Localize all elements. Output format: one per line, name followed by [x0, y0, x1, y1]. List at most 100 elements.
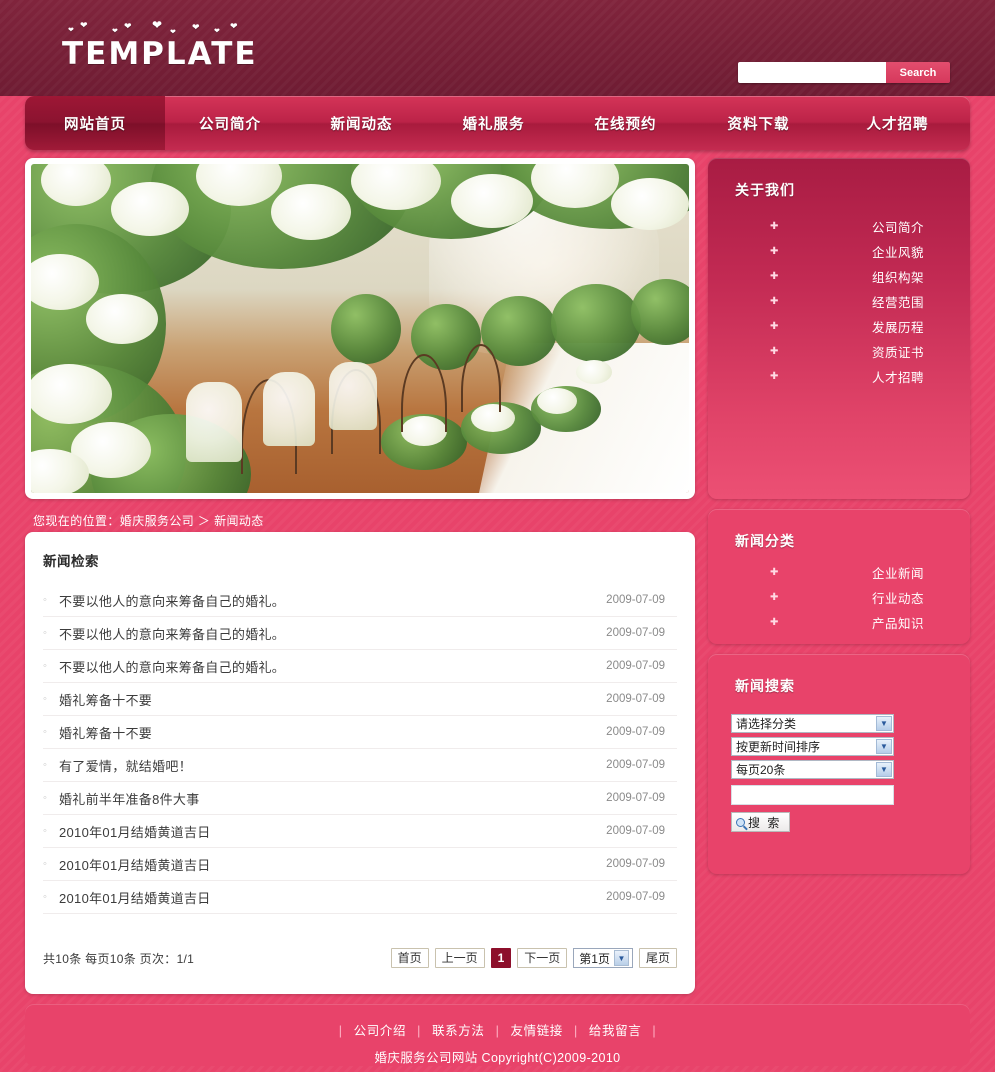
sidebar-item-industry-news[interactable]: ✚ 行业动态	[708, 585, 970, 610]
foliage-cluster	[551, 284, 641, 362]
search-icon	[736, 817, 745, 827]
footer-link-friendly-links[interactable]: 友情链接	[511, 1024, 563, 1038]
white-lily	[111, 182, 189, 236]
panel-title-news-search: 新闻搜索	[735, 678, 795, 694]
sidebar-item-label: 公司简介	[871, 221, 924, 235]
news-date: 2009-07-09	[606, 891, 665, 903]
news-title: 不要以他人的意向来筹备自己的婚礼。	[59, 593, 286, 609]
nav-item-downloads[interactable]: 资料下载	[692, 96, 825, 150]
news-title: 2010年01月结婚黄道吉日	[59, 824, 211, 840]
draped-chair	[329, 362, 377, 430]
footer-separator: |	[495, 1024, 500, 1038]
header-search: Search	[738, 62, 950, 83]
plus-icon: ✚	[770, 220, 779, 232]
bullet-icon: ◦	[43, 594, 47, 606]
list-item[interactable]: ◦ 婚礼前半年准备8件大事 2009-07-09	[43, 782, 677, 815]
list-item[interactable]: ◦ 不要以他人的意向来筹备自己的婚礼。 2009-07-09	[43, 650, 677, 683]
list-item[interactable]: ◦ 不要以他人的意向来筹备自己的婚礼。 2009-07-09	[43, 617, 677, 650]
bullet-icon: ◦	[43, 759, 47, 771]
sidebar-panel-news-search: 新闻搜索 请选择分类 ▼ 按更新时间排序 ▼ 每页20条 ▼ 搜 索	[708, 654, 970, 874]
news-title: 不要以他人的意向来筹备自己的婚礼。	[59, 626, 286, 642]
white-lily	[611, 178, 689, 230]
panel-title-categories: 新闻分类	[735, 533, 795, 549]
news-title: 2010年01月结婚黄道吉日	[59, 857, 211, 873]
current-page-indicator[interactable]: 1	[490, 948, 512, 968]
search-button[interactable]: Search	[886, 62, 950, 83]
white-lily	[271, 184, 351, 240]
breadcrumb: 您现在的位置：婚庆服务公司 ＞ 新闻动态	[33, 514, 264, 528]
heart-icon: ❤	[230, 22, 240, 32]
chevron-down-icon: ▼	[613, 950, 629, 966]
news-title: 婚礼筹备十不要	[59, 725, 153, 741]
news-title: 有了爱情，就结婚吧！	[59, 758, 193, 774]
sidebar-item-company-profile[interactable]: ✚ 公司简介	[708, 214, 970, 239]
footer-link-guestbook[interactable]: 给我留言	[589, 1024, 641, 1038]
first-page-button[interactable]: 首页	[390, 948, 429, 968]
sidebar-item-label: 发展历程	[871, 321, 924, 335]
sidebar-item-history[interactable]: ✚ 发展历程	[708, 314, 970, 339]
bullet-icon: ◦	[43, 726, 47, 738]
list-item[interactable]: ◦ 2010年01月结婚黄道吉日 2009-07-09	[43, 815, 677, 848]
site-logo[interactable]: ❤ ❤ ❤ ❤ ❤ ❤ ❤ ❤ ❤ TEMPLATE	[62, 19, 258, 72]
sort-select[interactable]: 按更新时间排序 ▼	[731, 737, 894, 756]
draped-chair	[186, 382, 242, 462]
site-header: ❤ ❤ ❤ ❤ ❤ ❤ ❤ ❤ ❤ TEMPLATE Search	[0, 0, 995, 96]
nav-item-about[interactable]: 公司简介	[165, 96, 295, 150]
list-item[interactable]: ◦ 有了爱情，就结婚吧！ 2009-07-09	[43, 749, 677, 782]
white-lily	[451, 174, 533, 228]
footer-separator: |	[417, 1024, 421, 1038]
prev-page-button[interactable]: 上一页	[434, 948, 485, 968]
last-page-button[interactable]: 尾页	[638, 948, 677, 968]
sidebar-item-org-structure[interactable]: ✚ 组织构架	[708, 264, 970, 289]
sidebar-item-product-knowledge[interactable]: ✚ 产品知识	[708, 610, 970, 635]
list-item[interactable]: ◦ 2010年01月结婚黄道吉日 2009-07-09	[43, 848, 677, 881]
sidebar-item-certificates[interactable]: ✚ 资质证书	[708, 339, 970, 364]
footer-separator: |	[652, 1024, 657, 1038]
sidebar-item-careers[interactable]: ✚ 人才招聘	[708, 364, 970, 389]
nav-item-news[interactable]: 新闻动态	[295, 96, 428, 150]
list-item[interactable]: ◦ 不要以他人的意向来筹备自己的婚礼。 2009-07-09	[43, 584, 677, 617]
sidebar-item-company-news[interactable]: ✚ 企业新闻	[708, 560, 970, 585]
news-list: ◦ 不要以他人的意向来筹备自己的婚礼。 2009-07-09 ◦ 不要以他人的意…	[43, 584, 677, 914]
nav-item-online-booking[interactable]: 在线预约	[559, 96, 692, 150]
nav-item-careers[interactable]: 人才招聘	[825, 96, 970, 150]
pagination: 共10条 每页10条 页次：1/1 首页 上一页 1 下一页 第1页 ▼ 尾页	[43, 948, 677, 968]
heart-icon: ❤	[170, 28, 178, 36]
news-search-form: 请选择分类 ▼ 按更新时间排序 ▼ 每页20条 ▼ 搜 索	[731, 714, 896, 832]
sidebar-item-label: 经营范围	[871, 296, 924, 310]
list-item[interactable]: ◦ 婚礼筹备十不要 2009-07-09	[43, 716, 677, 749]
nav-item-home[interactable]: 网站首页	[25, 96, 165, 150]
sidebar-item-label: 人才招聘	[871, 371, 924, 385]
news-search-button[interactable]: 搜 索	[731, 812, 791, 832]
news-keyword-input[interactable]	[731, 785, 894, 805]
news-date: 2009-07-09	[606, 693, 665, 705]
sidebar-item-label: 资质证书	[871, 346, 924, 360]
footer-link-contact[interactable]: 联系方法	[432, 1024, 484, 1038]
news-panel: 新闻检索 ◦ 不要以他人的意向来筹备自己的婚礼。 2009-07-09 ◦ 不要…	[25, 532, 695, 994]
news-date: 2009-07-09	[606, 759, 665, 771]
sidebar-item-business-scope[interactable]: ✚ 经营范围	[708, 289, 970, 314]
plus-icon: ✚	[770, 566, 779, 578]
heart-icon: ❤	[80, 21, 90, 31]
pagesize-select[interactable]: 每页20条 ▼	[731, 760, 894, 779]
heart-icon: ❤	[192, 23, 202, 33]
next-page-button[interactable]: 下一页	[517, 948, 568, 968]
bullet-icon: ◦	[43, 792, 47, 804]
plus-icon: ✚	[770, 295, 779, 307]
white-lily	[537, 388, 577, 414]
sidebar-item-label: 行业动态	[871, 592, 924, 606]
news-date: 2009-07-09	[606, 627, 665, 639]
category-select[interactable]: 请选择分类 ▼	[731, 714, 894, 733]
search-input[interactable]	[738, 62, 886, 83]
pagesize-select-value: 每页20条	[736, 763, 786, 777]
nav-item-wedding-services[interactable]: 婚礼服务	[428, 96, 559, 150]
page-jump-select[interactable]: 第1页 ▼	[573, 948, 633, 968]
list-item[interactable]: ◦ 2010年01月结婚黄道吉日 2009-07-09	[43, 881, 677, 914]
sidebar-item-enterprise-style[interactable]: ✚ 企业风貌	[708, 239, 970, 264]
list-item[interactable]: ◦ 婚礼筹备十不要 2009-07-09	[43, 683, 677, 716]
sidebar-panel-about: 关于我们 ✚ 公司简介 ✚ 企业风貌 ✚ 组织构架 ✚ 经营范围 ✚ 发展历程	[708, 158, 970, 499]
footer-link-company-intro[interactable]: 公司介绍	[354, 1024, 406, 1038]
plus-icon: ✚	[770, 370, 779, 382]
news-date: 2009-07-09	[606, 726, 665, 738]
sidebar-item-label: 组织构架	[871, 271, 924, 285]
